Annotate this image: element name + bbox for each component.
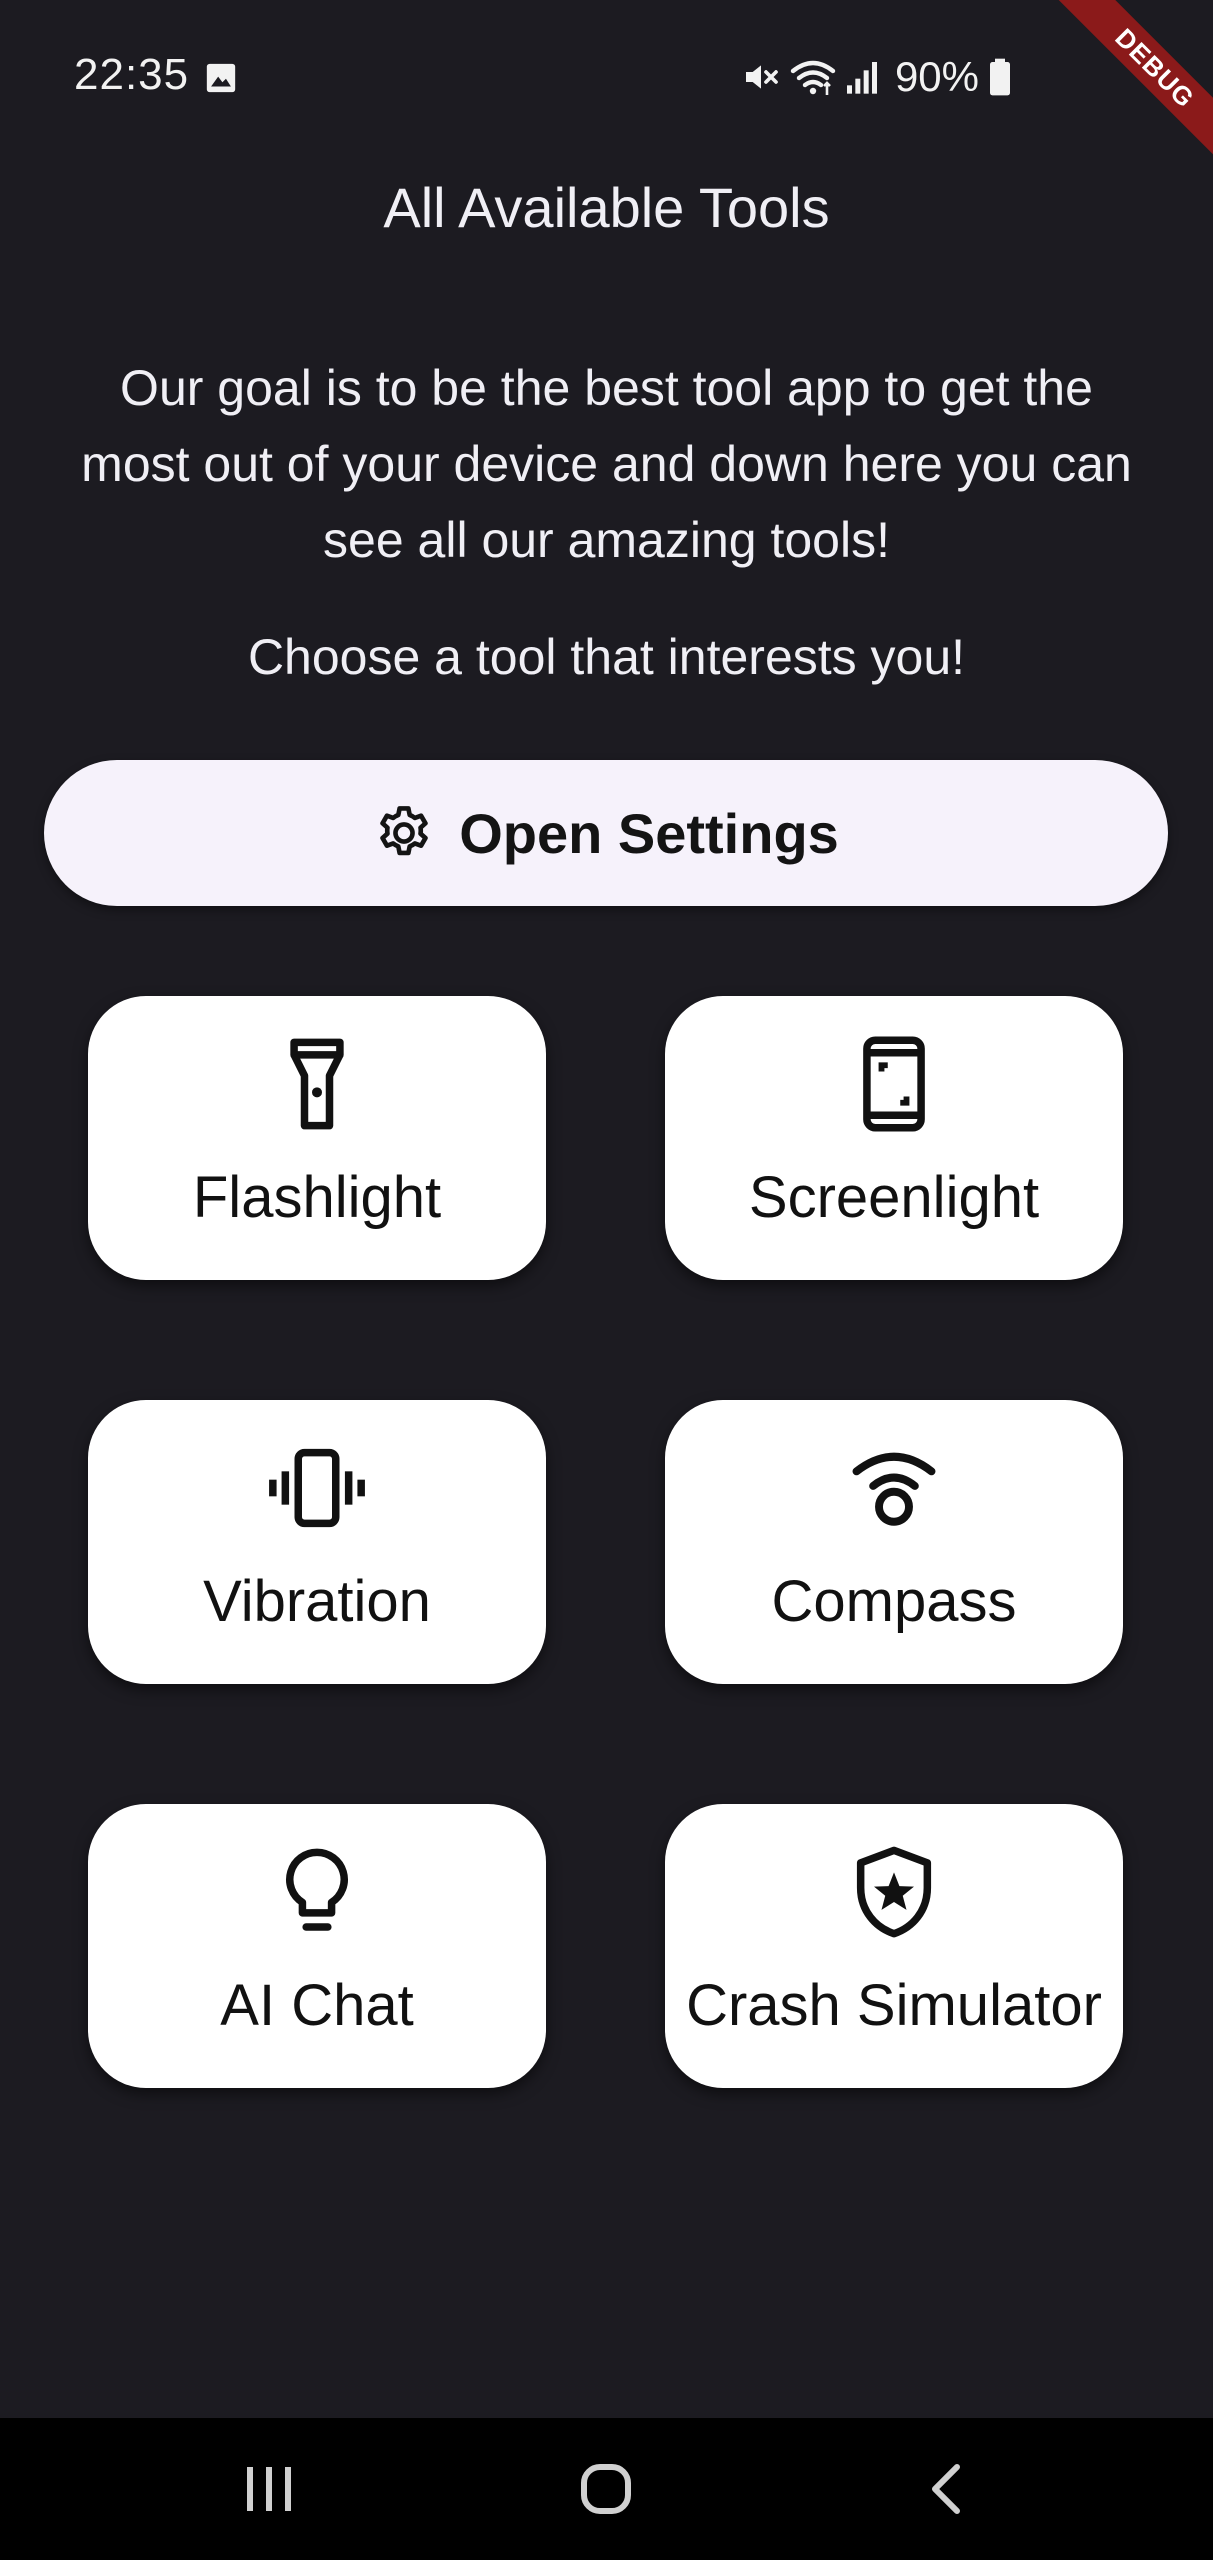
open-settings-button[interactable]: Open Settings xyxy=(44,760,1168,906)
tool-card-ai-chat[interactable]: AI Chat xyxy=(88,1804,546,2088)
vibration-icon xyxy=(269,1448,365,1528)
navigation-bar xyxy=(0,2418,1213,2560)
page-title: All Available Tools xyxy=(383,176,830,239)
battery-icon xyxy=(990,58,1010,96)
shield-star-icon xyxy=(856,1846,932,1938)
back-button[interactable] xyxy=(895,2446,995,2532)
debug-banner: DEBUG xyxy=(1033,0,1213,180)
signal-icon xyxy=(846,62,877,94)
gear-icon xyxy=(380,806,428,856)
tool-label: AI Chat xyxy=(220,1973,414,2038)
home-icon xyxy=(581,2464,631,2514)
battery-percent: 90% xyxy=(894,53,979,100)
tool-label: Crash Simulator xyxy=(686,1973,1102,2038)
gallery-icon xyxy=(206,63,236,93)
location-signal-icon xyxy=(852,1452,936,1526)
back-icon xyxy=(932,2464,960,2514)
tool-label: Vibration xyxy=(203,1569,431,1634)
recents-button[interactable] xyxy=(219,2446,319,2532)
tool-card-crash-simulator[interactable]: Crash Simulator xyxy=(665,1804,1123,2088)
status-bar: 22:35 90% xyxy=(0,0,1213,150)
tool-card-flashlight[interactable]: Flashlight xyxy=(88,996,546,1280)
tool-card-vibration[interactable]: Vibration xyxy=(88,1400,546,1684)
intro-text: Our goal is to be the best tool app to g… xyxy=(81,360,1132,568)
status-icons: 90% xyxy=(741,50,1013,104)
mute-icon xyxy=(745,65,778,89)
tool-card-screenlight[interactable]: Screenlight xyxy=(665,996,1123,1280)
recents-icon xyxy=(247,2467,291,2511)
tool-label: Flashlight xyxy=(192,1165,442,1230)
open-settings-label: Open Settings xyxy=(459,801,839,865)
lightbulb-icon xyxy=(286,1848,348,1931)
debug-banner-label: DEBUG xyxy=(1034,0,1213,180)
tool-label: Compass xyxy=(771,1569,1017,1634)
phone-icon xyxy=(863,1036,925,1132)
flashlight-icon xyxy=(290,1038,344,1130)
tool-card-compass[interactable]: Compass xyxy=(665,1400,1123,1684)
cta-text: Choose a tool that interests you! xyxy=(247,629,966,685)
home-button[interactable] xyxy=(556,2446,656,2532)
tool-label: Screenlight xyxy=(748,1165,1040,1230)
status-time: 22:35 xyxy=(74,50,190,99)
wifi-icon xyxy=(790,60,836,95)
